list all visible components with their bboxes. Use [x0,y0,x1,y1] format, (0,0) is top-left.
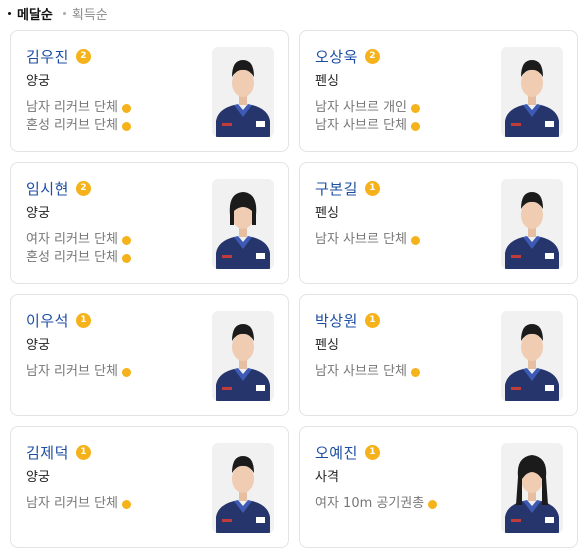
event-label: 여자 10m 공기권총 [315,496,425,511]
event-label: 남자 리커브 단체 [26,100,118,115]
athlete-photo[interactable] [501,443,563,533]
sport-label: 펜싱 [315,206,339,221]
gold-medal-icon [411,103,420,113]
athlete-card[interactable]: 구본길 1 펜싱남자 사브르 단체 [299,162,578,284]
event-label: 남자 사브르 개인 [315,100,407,115]
gold-medal-icon [122,103,131,113]
sort-option-label: 메달순 [17,7,53,23]
medal-event: 남자 사브르 개인 [315,99,487,117]
medal-count-badge: 2 [75,180,91,196]
athlete-name[interactable]: 구본길 [315,178,358,199]
athlete-card[interactable]: 오상욱 2 펜싱남자 사브르 개인남자 사브르 단체 [299,30,578,152]
event-list: 남자 리커브 단체 [26,495,198,513]
sort-option-medal[interactable]: 메달순 [8,4,53,23]
athlete-card[interactable]: 임시현 2 양궁여자 리커브 단체혼성 리커브 단체 [10,162,289,284]
athlete-name[interactable]: 김제덕 [26,442,69,463]
sort-option-acquired[interactable]: 획득순 [62,4,108,23]
gold-medal-icon [122,235,131,245]
bullet-icon [8,11,11,15]
sport-label: 펜싱 [315,74,339,89]
event-label: 남자 사브르 단체 [315,364,407,379]
gold-medal-icon [411,367,420,377]
medal-count-badge: 2 [75,48,91,64]
sport-label: 양궁 [26,74,50,89]
medal-count-badge: 1 [364,312,380,328]
medal-event: 남자 리커브 단체 [26,99,198,117]
event-list: 남자 사브르 단체 [315,231,487,249]
event-label: 여자 리커브 단체 [26,232,118,247]
athlete-name[interactable]: 이우석 [26,310,69,331]
event-label: 혼성 리커브 단체 [26,118,118,133]
medal-count-badge: 1 [75,312,91,328]
athlete-card[interactable]: 이우석 1 양궁남자 리커브 단체 [10,294,289,416]
event-list: 여자 리커브 단체혼성 리커브 단체 [26,231,198,267]
athlete-photo[interactable] [212,179,274,269]
athlete-card[interactable]: 오예진 1 사격여자 10m 공기권총 [299,426,578,548]
athlete-name[interactable]: 오상욱 [315,46,358,67]
medal-count-badge: 2 [364,48,380,64]
gold-medal-icon [122,253,131,263]
athlete-name[interactable]: 박상원 [315,310,358,331]
medal-count-badge: 1 [364,444,380,460]
bullet-icon [62,11,66,15]
medal-event: 남자 리커브 단체 [26,495,198,513]
athlete-photo[interactable] [212,443,274,533]
medal-event: 혼성 리커브 단체 [26,117,198,135]
athlete-photo[interactable] [501,311,563,401]
event-label: 남자 사브르 단체 [315,118,407,133]
event-list: 남자 사브르 개인남자 사브르 단체 [315,99,487,135]
sort-option-label: 획득순 [71,7,108,23]
gold-medal-icon [411,121,420,131]
sport-label: 사격 [315,470,339,485]
event-label: 남자 리커브 단체 [26,496,118,511]
event-label: 남자 사브르 단체 [315,232,407,247]
event-list: 여자 10m 공기권총 [315,495,487,513]
medal-count-badge: 1 [364,180,380,196]
gold-medal-icon [428,499,438,509]
athlete-photo[interactable] [501,179,563,269]
athlete-card[interactable]: 박상원 1 펜싱남자 사브르 단체 [299,294,578,416]
medal-event: 남자 사브르 단체 [315,117,487,135]
athlete-name[interactable]: 오예진 [315,442,358,463]
athlete-card[interactable]: 김제덕 1 양궁남자 리커브 단체 [10,426,289,548]
event-label: 남자 리커브 단체 [26,364,118,379]
medal-event: 여자 10m 공기권총 [315,495,487,513]
event-list: 남자 사브르 단체 [315,363,487,381]
sport-label: 펜싱 [315,338,339,353]
athlete-grid: 김우진 2 양궁 남자 리커브 단체 혼성 리커브 단체 오상욱 2 펜싱 남자 사브르 개인 남… [10,30,578,548]
medal-event: 남자 사브르 단체 [315,363,487,381]
medal-event: 여자 리커브 단체 [26,231,198,249]
athlete-name[interactable]: 김우진 [26,46,69,67]
athlete-photo[interactable] [212,47,274,137]
athlete-card[interactable]: 김우진 2 양궁남자 리커브 단체혼성 리커브 단체 [10,30,289,152]
gold-medal-icon [122,367,131,377]
athlete-photo[interactable] [212,311,274,401]
event-list: 남자 리커브 단체 [26,363,198,381]
athlete-name[interactable]: 임시현 [26,178,69,199]
sport-label: 양궁 [26,338,50,353]
gold-medal-icon [411,235,420,245]
medal-event: 남자 사브르 단체 [315,231,487,249]
sort-toggle: 메달순 획득순 [8,4,118,23]
sport-label: 양궁 [26,206,50,221]
event-list: 남자 리커브 단체혼성 리커브 단체 [26,99,198,135]
sport-label: 양궁 [26,470,50,485]
medal-event: 남자 리커브 단체 [26,363,198,381]
gold-medal-icon [122,121,131,131]
athlete-photo[interactable] [501,47,563,137]
medal-count-badge: 1 [75,444,91,460]
gold-medal-icon [122,499,131,509]
medal-event: 혼성 리커브 단체 [26,249,198,267]
event-label: 혼성 리커브 단체 [26,250,118,265]
